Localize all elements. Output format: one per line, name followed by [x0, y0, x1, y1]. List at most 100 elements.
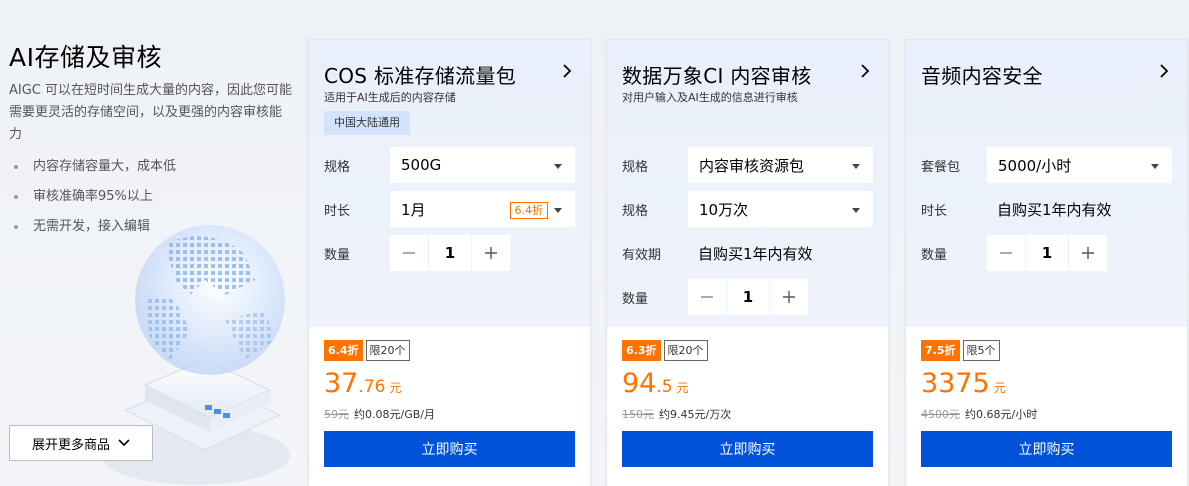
caret-down-icon	[1151, 164, 1159, 169]
package-value: 5000/小时	[998, 156, 1072, 175]
price-unit: 元	[389, 381, 402, 395]
price-integer: 94	[622, 368, 657, 399]
unit-price: 约0.08元/GB/月	[354, 408, 435, 421]
expand-more-button[interactable]: 展开更多商品	[9, 425, 153, 461]
spec-row: 规格 500G	[324, 147, 575, 183]
promo-badges: 6.3折 限20个	[622, 340, 708, 361]
card-subtitle: 对用户输入及AI生成的信息进行审核	[622, 91, 798, 104]
spec-select[interactable]: 500G	[390, 147, 575, 183]
validity-row: 有效期 自购买1年内有效	[622, 235, 813, 271]
minus-button[interactable]	[390, 235, 428, 271]
unit-price: 约0.68元/小时	[965, 408, 1038, 421]
package-row: 套餐包 5000/小时	[921, 147, 1172, 183]
caret-down-icon	[554, 208, 562, 213]
price-integer: 37	[324, 368, 359, 399]
price-integer: 3375	[921, 368, 990, 399]
spec-row: 规格 内容审核资源包	[622, 147, 873, 183]
buy-now-button[interactable]: 立即购买	[324, 431, 575, 467]
original-price-line: 4500元 约0.68元/小时	[921, 406, 1037, 422]
spec-row: 规格 10万次	[622, 191, 873, 227]
original-price: 4500元	[921, 408, 960, 421]
buy-now-button[interactable]: 立即购买	[622, 431, 873, 467]
minus-icon	[1000, 252, 1012, 254]
card-title[interactable]: 音频内容安全	[921, 60, 1043, 89]
price-decimal: .5	[656, 377, 673, 397]
spec-label: 规格	[622, 159, 649, 175]
duration-discount-tag: 6.4折	[509, 202, 548, 219]
quantity-stepper: 1	[390, 235, 510, 271]
duration-value: 1月	[401, 200, 426, 219]
quantity-row: 数量 1	[622, 279, 808, 315]
bullet-icon	[14, 195, 18, 199]
limit-badge: 限5个	[962, 340, 1000, 361]
validity-value: 自购买1年内有效	[698, 244, 813, 263]
chevron-down-icon	[118, 439, 130, 447]
quantity-input[interactable]: 1	[727, 279, 769, 315]
quantity-label: 数量	[921, 247, 948, 263]
duration-row: 时长 1月 6.4折	[324, 191, 575, 227]
feature-text: 内容存储容量大，成本低	[33, 159, 177, 174]
package-label: 套餐包	[921, 159, 961, 175]
limit-badge: 限20个	[365, 340, 410, 361]
bullet-icon	[14, 225, 18, 229]
minus-icon	[701, 296, 713, 298]
package-select[interactable]: 5000/小时	[987, 147, 1172, 183]
chevron-right-icon[interactable]	[858, 64, 872, 78]
region-tag: 中国大陆通用	[324, 111, 410, 135]
validity-label: 有效期	[622, 247, 662, 263]
quantity-stepper: 1	[688, 279, 808, 315]
card-title[interactable]: COS 标准存储流量包	[324, 60, 516, 89]
plus-button[interactable]	[472, 235, 510, 271]
plus-button[interactable]	[770, 279, 808, 315]
promo-badges: 7.5折 限5个	[921, 340, 1000, 361]
bullet-icon	[14, 165, 18, 169]
promo-panel: AI存储及审核 AIGC 可以在短时间生成大量的内容，因此您可能需要更灵活的存储…	[0, 0, 300, 486]
original-price-line: 150元 约9.45元/万次	[622, 406, 731, 422]
feature-item: 内容存储容量大，成本低	[14, 152, 176, 182]
card-subtitle: 适用于AI生成后的内容存储	[324, 91, 456, 104]
original-price: 150元	[622, 408, 654, 421]
product-card-cos: COS 标准存储流量包 适用于AI生成后的内容存储 中国大陆通用 规格 500G…	[308, 39, 591, 486]
caret-down-icon	[852, 164, 860, 169]
price: 37.76 元	[324, 368, 401, 399]
promo-badges: 6.4折 限20个	[324, 340, 410, 361]
price-unit: 元	[676, 381, 689, 395]
duration-label: 时长	[921, 203, 948, 219]
spec-label: 规格	[622, 203, 649, 219]
minus-button[interactable]	[688, 279, 726, 315]
duration-value: 自购买1年内有效	[997, 200, 1112, 219]
plus-icon	[485, 247, 497, 259]
chevron-right-icon[interactable]	[1157, 64, 1171, 78]
spec-select[interactable]: 10万次	[688, 191, 873, 227]
expand-more-label: 展开更多商品	[31, 437, 110, 453]
duration-label: 时长	[324, 203, 351, 219]
duration-row: 时长 自购买1年内有效	[921, 191, 1112, 227]
plus-icon	[1082, 247, 1094, 259]
quantity-row: 数量 1	[921, 235, 1107, 271]
minus-button[interactable]	[987, 235, 1025, 271]
plus-button[interactable]	[1069, 235, 1107, 271]
spec-value: 10万次	[699, 200, 749, 219]
product-card-ci-moderation: 数据万象CI 内容审核 对用户输入及AI生成的信息进行审核 规格 内容审核资源包…	[606, 39, 889, 486]
caret-down-icon	[852, 208, 860, 213]
limit-badge: 限20个	[663, 340, 708, 361]
discount-badge: 6.4折	[324, 340, 363, 361]
quantity-input[interactable]: 1	[429, 235, 471, 271]
original-price: 59元	[324, 408, 349, 421]
quantity-stepper: 1	[987, 235, 1107, 271]
chevron-right-icon[interactable]	[560, 64, 574, 78]
minus-icon	[403, 252, 415, 254]
buy-now-button[interactable]: 立即购买	[921, 431, 1172, 467]
panel-description: AIGC 可以在短时间生成大量的内容，因此您可能需要更灵活的存储空间，以及更强的…	[9, 83, 293, 142]
caret-down-icon	[554, 164, 562, 169]
quantity-row: 数量 1	[324, 235, 510, 271]
panel-title: AI存储及审核	[9, 43, 162, 72]
spec-value: 内容审核资源包	[699, 156, 805, 175]
quantity-label: 数量	[622, 291, 649, 307]
price: 3375 元	[921, 368, 1006, 399]
price: 94.5 元	[622, 368, 689, 399]
duration-select[interactable]: 1月 6.4折	[390, 191, 575, 227]
card-title[interactable]: 数据万象CI 内容审核	[622, 60, 812, 89]
spec-select[interactable]: 内容审核资源包	[688, 147, 873, 183]
quantity-input[interactable]: 1	[1026, 235, 1068, 271]
